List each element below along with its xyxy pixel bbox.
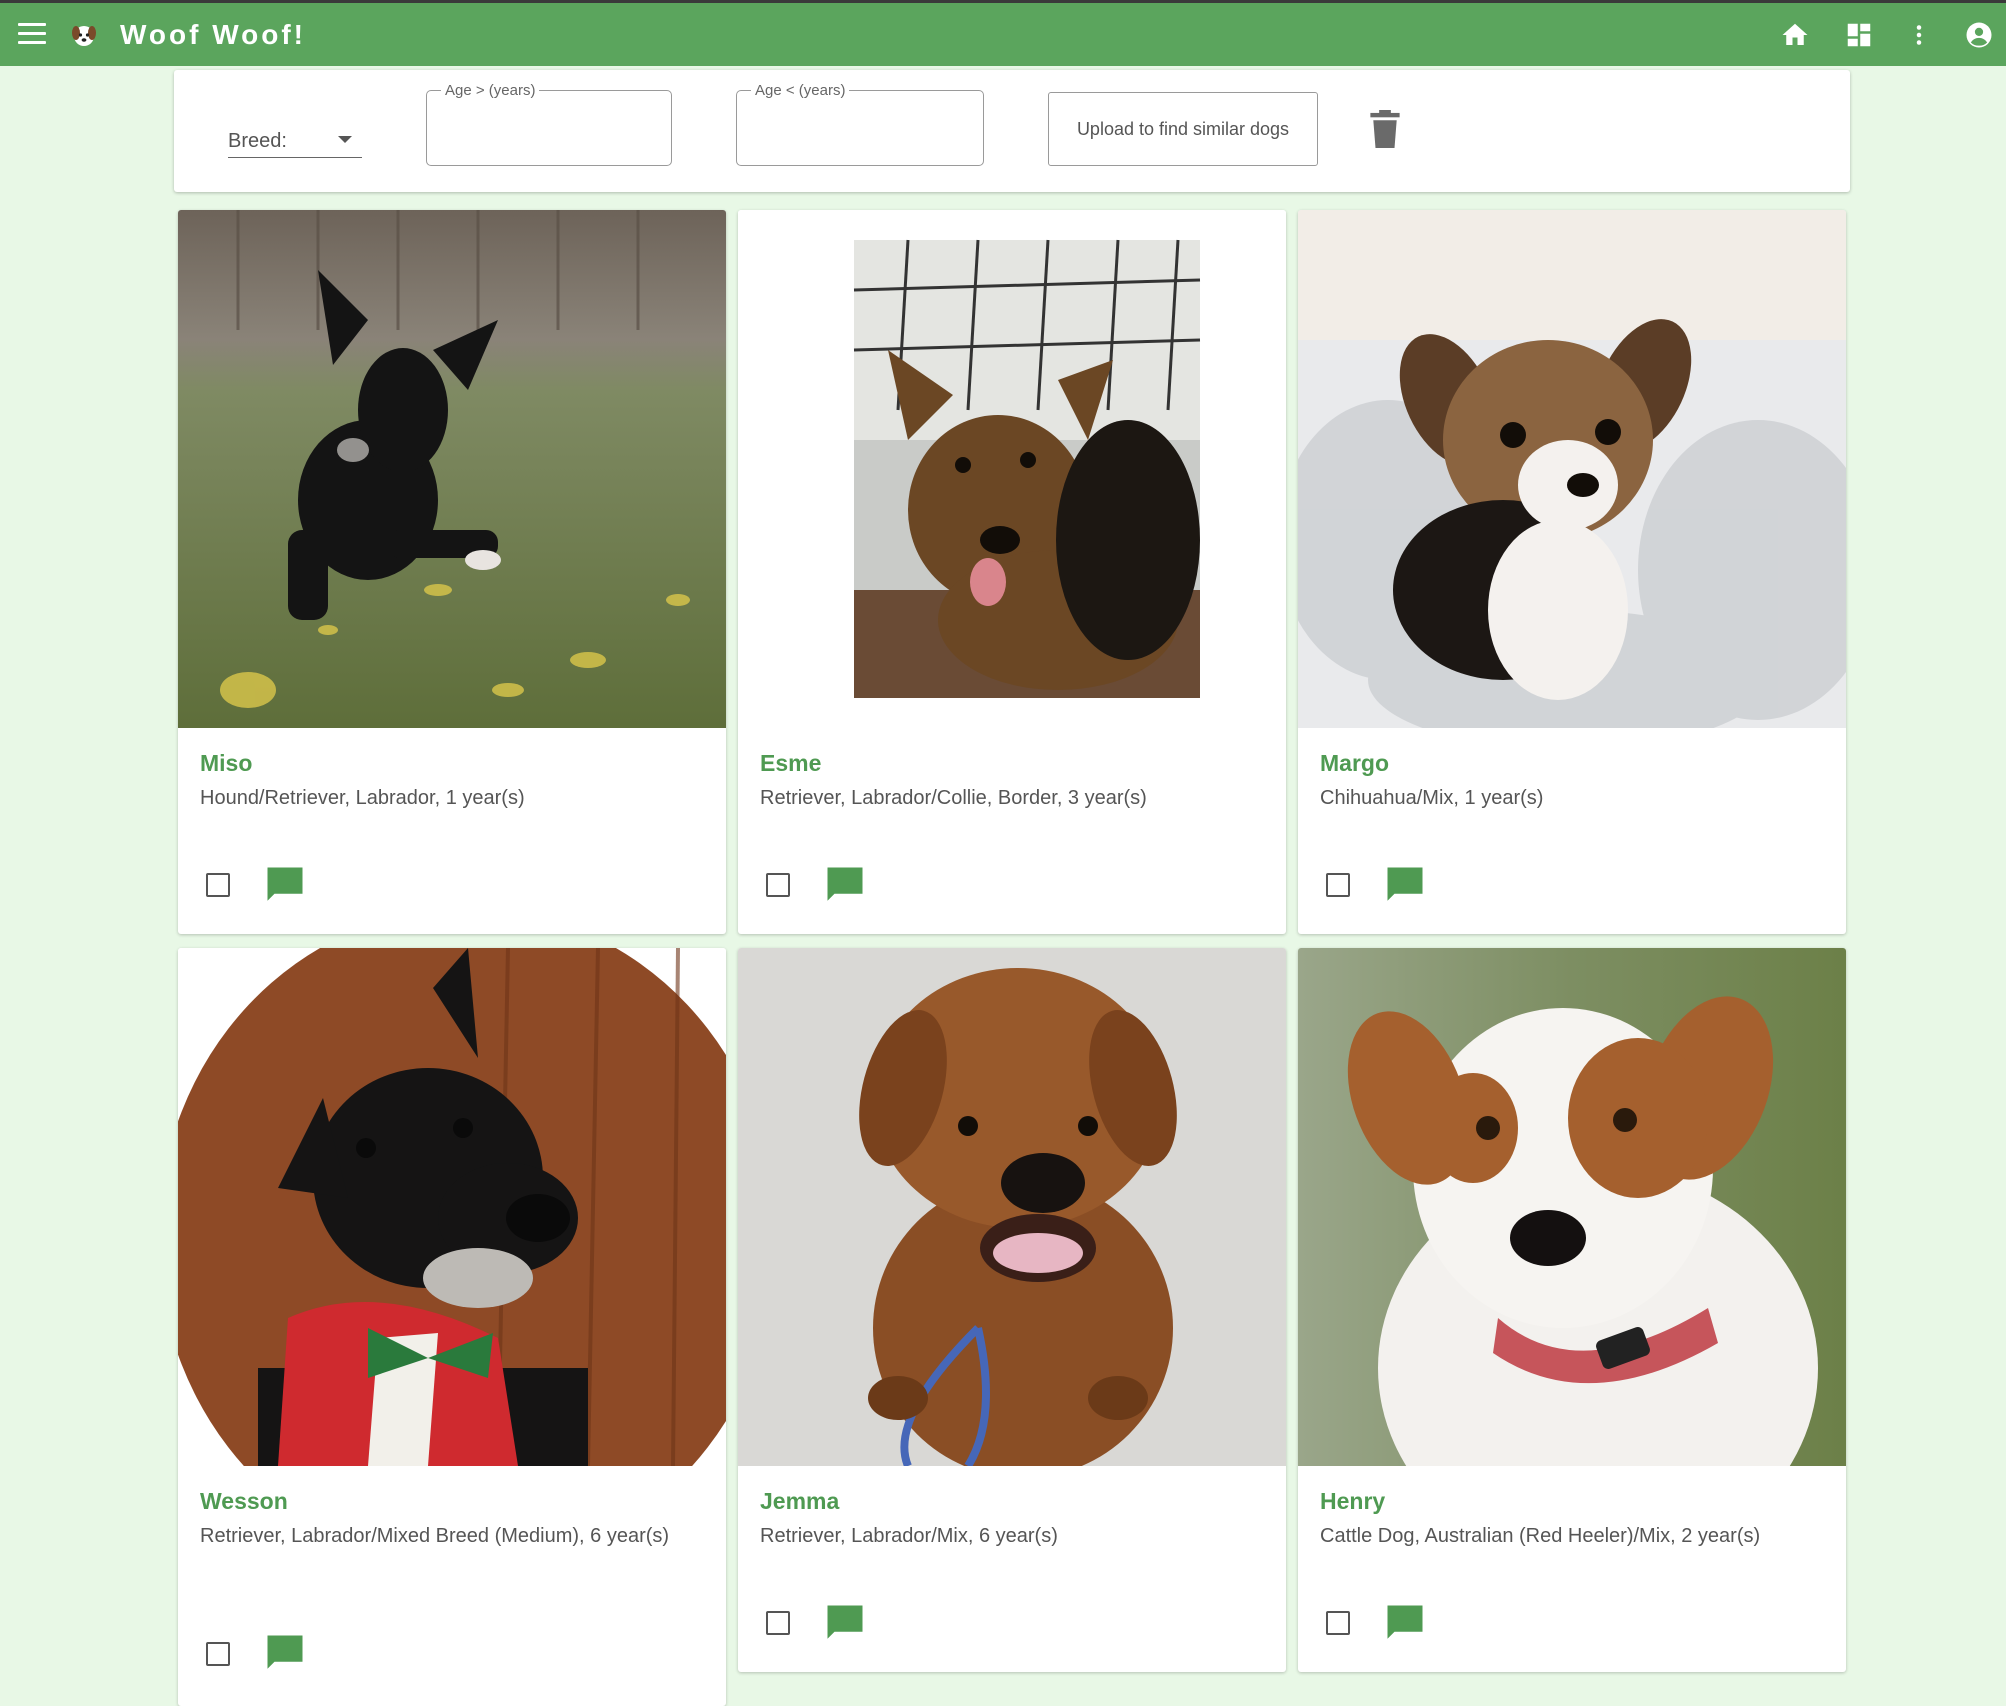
dog-photo[interactable] <box>1298 210 1846 728</box>
chat-icon[interactable] <box>824 864 866 906</box>
account-icon[interactable] <box>1964 20 1994 50</box>
dog-description: Cattle Dog, Australian (Red Heeler)/Mix,… <box>1320 1525 1761 1547</box>
dog-photo[interactable] <box>178 210 726 728</box>
select-checkbox[interactable] <box>766 873 790 897</box>
age-max-input[interactable] <box>749 113 971 153</box>
chat-icon[interactable] <box>824 1602 866 1644</box>
breed-select-label: Breed: <box>228 130 287 152</box>
chat-icon[interactable] <box>1384 1602 1426 1644</box>
trash-icon[interactable] <box>1370 110 1400 148</box>
chat-icon[interactable] <box>1384 864 1426 906</box>
age-min-label: Age > (years) <box>441 82 540 99</box>
select-checkbox[interactable] <box>206 1642 230 1666</box>
dog-description: Hound/Retriever, Labrador, 1 year(s) <box>200 787 525 809</box>
dog-description: Retriever, Labrador/Collie, Border, 3 ye… <box>760 787 1147 809</box>
chat-icon[interactable] <box>264 864 306 906</box>
dog-card: Esme Retriever, Labrador/Collie, Border,… <box>738 210 1286 934</box>
select-checkbox[interactable] <box>1326 873 1350 897</box>
dog-name: Miso <box>200 750 253 776</box>
home-icon[interactable] <box>1780 20 1810 50</box>
select-checkbox[interactable] <box>206 873 230 897</box>
dog-card: Miso Hound/Retriever, Labrador, 1 year(s… <box>178 210 726 934</box>
dog-card: Henry Cattle Dog, Australian (Red Heeler… <box>1298 948 1846 1672</box>
dashboard-icon[interactable] <box>1844 20 1874 50</box>
menu-icon[interactable] <box>18 23 46 45</box>
dog-name: Henry <box>1320 1488 1386 1514</box>
chat-icon[interactable] <box>264 1632 306 1674</box>
age-min-input[interactable] <box>439 113 659 153</box>
dog-description: Retriever, Labrador/Mixed Breed (Medium)… <box>200 1525 670 1547</box>
dog-logo-icon <box>72 26 96 46</box>
caret-down-icon <box>338 136 352 143</box>
dog-photo[interactable] <box>1298 948 1846 1466</box>
dog-card: Jemma Retriever, Labrador/Mix, 6 year(s) <box>738 948 1286 1672</box>
dog-name: Esme <box>760 750 822 776</box>
dog-card: Wesson Retriever, Labrador/Mixed Breed (… <box>178 948 726 1706</box>
age-max-field: Age < (years) <box>736 82 984 166</box>
dog-name: Jemma <box>760 1488 840 1514</box>
dog-photo[interactable] <box>738 210 1286 728</box>
app-bar: Woof Woof! <box>0 0 2006 66</box>
dog-name: Wesson <box>200 1488 288 1514</box>
dog-photo[interactable] <box>738 948 1286 1466</box>
dog-description: Chihuahua/Mix, 1 year(s) <box>1320 787 1544 809</box>
age-min-field: Age > (years) <box>426 82 672 166</box>
app-title: Woof Woof! <box>120 19 307 50</box>
breed-select[interactable]: Breed: <box>228 122 362 158</box>
filter-panel: Breed: Age > (years) Age < (years) Uploa… <box>174 70 1850 192</box>
select-checkbox[interactable] <box>1326 1611 1350 1635</box>
dog-name: Margo <box>1320 750 1389 776</box>
select-checkbox[interactable] <box>766 1611 790 1635</box>
age-max-label: Age < (years) <box>751 82 850 99</box>
dog-card: Margo Chihuahua/Mix, 1 year(s) <box>1298 210 1846 934</box>
dog-description: Retriever, Labrador/Mix, 6 year(s) <box>760 1525 1058 1547</box>
dog-photo[interactable] <box>178 948 726 1466</box>
more-vert-icon[interactable] <box>1904 20 1934 50</box>
upload-similar-button[interactable]: Upload to find similar dogs <box>1048 92 1318 166</box>
